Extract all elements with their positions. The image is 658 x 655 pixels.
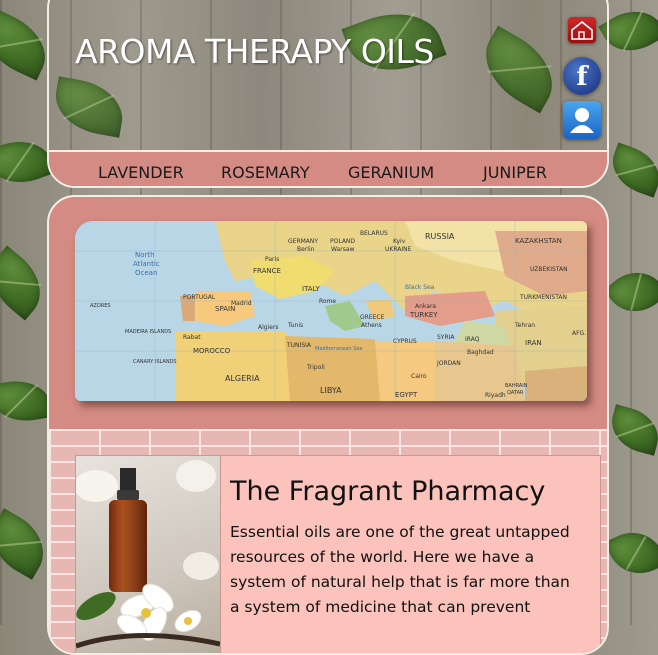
map-label-portugal: PORTUGAL [183, 294, 216, 301]
site-title: AROMA THERAPY OILS [75, 32, 434, 71]
map-label-riyadh: Riyadh [485, 392, 506, 399]
map-label-turkey: TURKEY [409, 311, 438, 319]
nav-item-juniper[interactable]: JUNIPER [483, 163, 547, 182]
map-label-tunis: Tunis [287, 322, 303, 329]
leaf-decoration [470, 25, 568, 114]
map-label-kazakhstan: KAZAKHSTAN [515, 237, 562, 245]
map-label-bahrain: BAHRAIN [505, 383, 528, 389]
map-label-afg: AFG. [572, 330, 586, 337]
map-label-algeria: ALGERIA [225, 374, 260, 383]
map-label-tunisia: TUNISIA [286, 342, 312, 349]
main-nav: LAVENDER ROSEMARY GERANIUM JUNIPER [49, 150, 607, 186]
map-label-black-sea: Black Sea [405, 284, 435, 291]
map-label-madrid: Madrid [231, 300, 252, 307]
map-label-ankara: Ankara [415, 303, 436, 310]
essential-oil-bottle-image [76, 456, 221, 653]
map-label-canary: CANARY ISLANDS [133, 359, 177, 365]
home-icon[interactable] [568, 17, 596, 43]
article-body: Essential oils are one of the great unta… [230, 523, 570, 616]
map-label-north: North [135, 251, 155, 259]
nav-item-lavender[interactable]: LAVENDER [98, 163, 184, 182]
map-label-germany: GERMANY [288, 238, 318, 245]
map-label-athens: Athens [361, 322, 382, 329]
map-label-jordan: JORDAN [436, 360, 461, 367]
map-label-cyprus: CYPRUS [393, 338, 417, 345]
map-label-iran: IRAN [525, 339, 542, 347]
map-label-tehran: Tehran [514, 322, 535, 329]
map-label-atlantic: Atlantic [133, 260, 160, 268]
nav-item-geranium[interactable]: GERANIUM [348, 163, 434, 182]
map-label-iraq: IRAQ [465, 336, 480, 343]
map-label-baghdad: Baghdad [467, 349, 494, 356]
map-label-mediterranean: Mediterranean Sea [315, 346, 362, 352]
map-label-rome: Rome [319, 298, 336, 305]
map-label-madeira: MADEIRA ISLANDS [125, 329, 171, 335]
map-label-russia: RUSSIA [425, 232, 455, 241]
map-label-libya: LIBYA [320, 386, 342, 395]
map-label-rabat: Rabat [183, 334, 201, 341]
leaf-decoration [50, 76, 128, 138]
map-label-berlin: Berlin [297, 246, 315, 253]
map-label-france: FRANCE [253, 267, 281, 275]
map-label-tripoli: Tripoli [306, 364, 325, 371]
map-label-warsaw: Warsaw [331, 246, 354, 253]
map-label-poland: POLAND [330, 238, 355, 245]
map-label-morocco: MOROCCO [193, 347, 231, 355]
map-label-ukraine: UKRAINE [385, 246, 412, 253]
map-label-uzbekistan: UZBEKISTAN [530, 266, 568, 273]
map-label-turkmenistan: TURKMENISTAN [519, 294, 567, 301]
user-profile-icon[interactable] [563, 101, 601, 139]
map-label-algiers: Algiers [258, 324, 279, 331]
article-card: The Fragrant Pharmacy Essential oils are… [75, 455, 601, 653]
map-label-greece: GREECE [360, 314, 385, 321]
map-label-qatar: QATAR [507, 390, 524, 396]
map-label-belarus: BELARUS [360, 230, 388, 237]
map-label-italy: ITALY [302, 285, 321, 293]
map-label-paris: Paris [265, 256, 279, 263]
map-label-syria: SYRIA [437, 334, 455, 341]
nav-item-rosemary[interactable]: ROSEMARY [221, 163, 310, 182]
facebook-icon[interactable]: f [563, 57, 601, 95]
map-label-ocean: Ocean [135, 269, 157, 277]
map-label-egypt: EGYPT [395, 391, 418, 399]
main-panel: RUSSIA KAZAKHSTAN North Atlantic Ocean F… [47, 195, 609, 655]
map-banner: RUSSIA KAZAKHSTAN North Atlantic Ocean F… [75, 221, 587, 401]
map-label-kyiv: Kyiv [393, 238, 406, 245]
map-label-azores: AZORES [90, 303, 111, 309]
article-title: The Fragrant Pharmacy [230, 476, 546, 507]
map-label-cairo: Cairo [411, 373, 427, 380]
site-header: AROMA THERAPY OILS LAVENDER ROSEMARY GER… [47, 0, 609, 188]
